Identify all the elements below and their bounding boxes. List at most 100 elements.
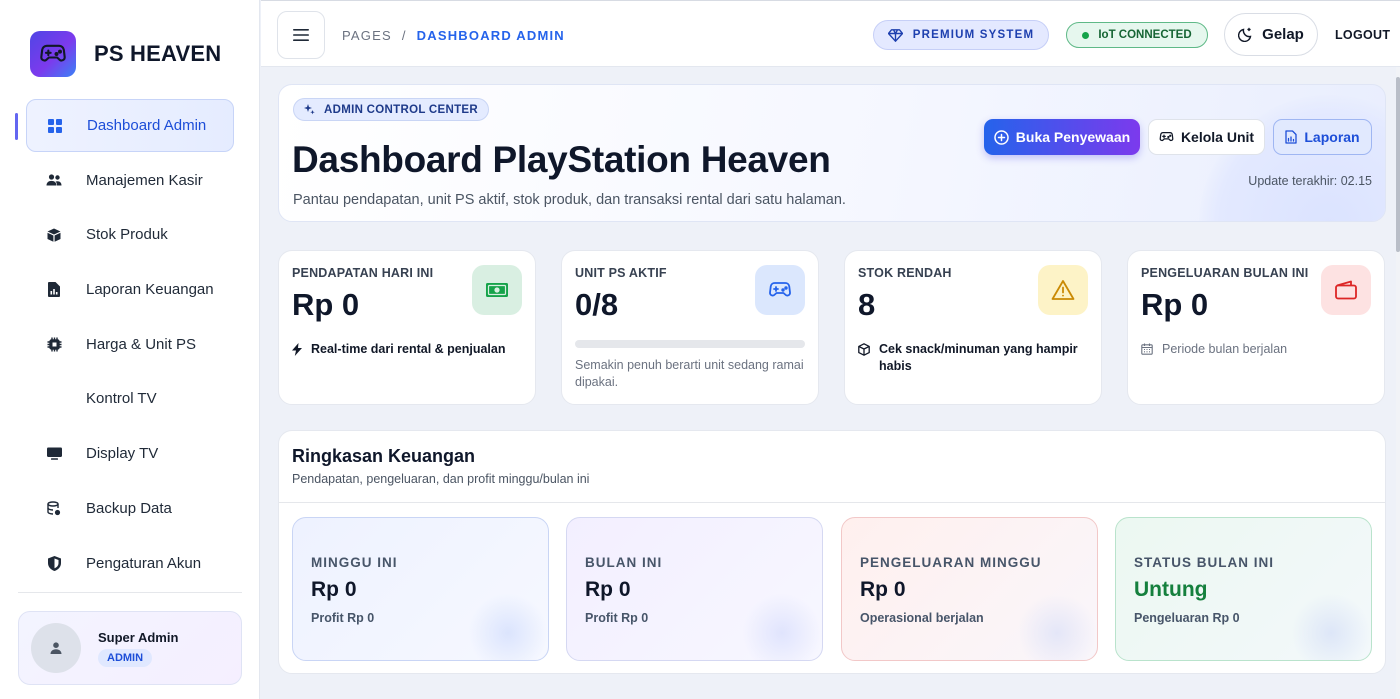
- stat-value: 8: [858, 287, 876, 322]
- sidebar-item-label: Stok Produk: [86, 226, 168, 244]
- sidebar-item-label: Kontrol TV: [86, 390, 157, 408]
- summary-card-value: Rp 0: [585, 578, 631, 601]
- sidebar-item-label: Dashboard Admin: [87, 117, 207, 134]
- plus-circle-icon: [994, 129, 1009, 145]
- stat-card-revenue-today: PENDAPATAN HARI INI Rp 0 Real-time dari …: [278, 250, 536, 405]
- iot-label: IoT CONNECTED: [1098, 29, 1192, 41]
- stat-note-text: Real-time dari rental & penjualan: [311, 342, 506, 356]
- user-icon: [50, 642, 62, 654]
- stat-note-text: Cek snack/minuman yang hampir habis: [879, 342, 1078, 373]
- theme-toggle-button[interactable]: Gelap: [1224, 13, 1318, 56]
- hero-decoration: [1199, 95, 1385, 221]
- sidebar-item-label: Backup Data: [86, 499, 172, 517]
- theme-label: Gelap: [1262, 26, 1304, 43]
- grid-icon: [47, 118, 63, 134]
- sidebar-item-stok-produk[interactable]: Stok Produk: [26, 208, 234, 261]
- sidebar-item-harga-unit-ps[interactable]: Harga & Unit PS: [26, 318, 234, 371]
- calendar-icon: [1141, 343, 1153, 358]
- summary-subtitle: Pendapatan, pengeluaran, dan profit ming…: [292, 472, 590, 486]
- card-glow: [468, 593, 548, 660]
- card-glow: [1291, 593, 1371, 660]
- summary-card-label: PENGELUARAN MINGGU: [860, 555, 1042, 570]
- user-info: Super Admin ADMIN: [98, 630, 178, 667]
- user-card[interactable]: Super Admin ADMIN: [18, 611, 242, 685]
- sparkle-icon: [304, 104, 315, 115]
- document-chart-icon: [1285, 130, 1298, 144]
- users-icon: [46, 172, 62, 188]
- menu-toggle-button[interactable]: [277, 11, 325, 59]
- scrollbar-thumb[interactable]: [1396, 77, 1400, 252]
- topbar: PAGES / DASHBOARD ADMIN PREMIUM SYSTEM IoT…: [261, 0, 1400, 67]
- user-name: Super Admin: [98, 629, 179, 645]
- user-role-badge: ADMIN: [98, 648, 153, 667]
- report-button[interactable]: Laporan: [1273, 119, 1372, 155]
- summary-divider: [279, 502, 1385, 503]
- premium-system-badge: PREMIUM SYSTEM: [873, 20, 1049, 50]
- stat-note: Real-time dari rental & penjualan: [292, 341, 524, 358]
- premium-label: PREMIUM SYSTEM: [912, 29, 1035, 41]
- admin-control-center-badge: ADMIN CONTROL CENTER: [293, 98, 490, 121]
- sidebar-nav: Dashboard Admin Manajemen Kasir Stok Pro…: [15, 99, 234, 591]
- summary-card-label: STATUS BULAN INI: [1134, 555, 1274, 570]
- stat-label: STOK RENDAH: [858, 266, 952, 280]
- summary-card-monthly-status: STATUS BULAN INI Untung Pengeluaran Rp 0: [1115, 517, 1372, 661]
- bolt-icon: [292, 343, 302, 358]
- summary-card-note: Operasional berjalan: [860, 611, 984, 625]
- sidebar: PS HEAVEN Dashboard Admin Manajemen Kasi…: [0, 0, 260, 699]
- logout-button[interactable]: LOGOUT: [1335, 28, 1390, 42]
- summary-card-week: MINGGU INI Rp 0 Profit Rp 0: [292, 517, 549, 661]
- chip-icon: [46, 336, 62, 352]
- stat-card-active-units: UNIT PS AKTIF 0/8 Semakin penuh berarti …: [561, 250, 819, 405]
- breadcrumb-current: DASHBOARD ADMIN: [416, 28, 565, 43]
- stat-value: 0/8: [575, 287, 619, 322]
- stat-card-monthly-expense: PENGELUARAN BULAN INI Rp 0 Periode bulan…: [1127, 250, 1385, 405]
- breadcrumb-separator: /: [401, 28, 407, 43]
- manage-unit-label: Kelola Unit: [1180, 129, 1255, 145]
- brand[interactable]: PS HEAVEN: [30, 31, 221, 77]
- sidebar-item-backup-data[interactable]: Backup Data: [26, 482, 234, 535]
- report-icon: [46, 282, 62, 298]
- hero-panel: ADMIN CONTROL CENTER Dashboard PlayStati…: [278, 84, 1386, 222]
- summary-card-value: Untung: [1134, 578, 1208, 601]
- sidebar-item-kontrol-tv[interactable]: Kontrol TV: [26, 372, 234, 425]
- breadcrumb-root[interactable]: PAGES: [342, 28, 392, 43]
- sidebar-item-label: Manajemen Kasir: [86, 171, 203, 189]
- stat-note: Periode bulan berjalan: [1141, 341, 1373, 358]
- sidebar-item-dashboard-admin[interactable]: Dashboard Admin: [15, 99, 234, 152]
- sidebar-item-display-tv[interactable]: Display TV: [26, 427, 234, 480]
- summary-card-weekly-expense: PENGELUARAN MINGGU Rp 0 Operasional berj…: [841, 517, 1098, 661]
- financial-summary-panel: Ringkasan Keuangan Pendapatan, pengeluar…: [278, 430, 1386, 674]
- cash-icon: [472, 265, 522, 315]
- stat-note: Cek snack/minuman yang hampir habis: [858, 341, 1090, 375]
- blank-icon: [46, 391, 62, 407]
- moon-icon: [1238, 27, 1253, 42]
- warning-icon: [1038, 265, 1088, 315]
- summary-card-label: BULAN INI: [585, 555, 663, 570]
- sidebar-item-label: Laporan Keuangan: [86, 281, 214, 299]
- stat-label: UNIT PS AKTIF: [575, 266, 667, 280]
- gamepad-logo-icon: [30, 31, 76, 77]
- open-rental-button[interactable]: Buka Penyewaan: [984, 119, 1140, 155]
- open-rental-label: Buka Penyewaan: [1015, 129, 1131, 145]
- diamond-icon: [887, 28, 903, 42]
- card-glow: [742, 593, 822, 660]
- summary-card-note: Profit Rp 0: [585, 611, 649, 625]
- iot-status-badge: IoT CONNECTED: [1066, 22, 1208, 48]
- summary-title: Ringkasan Keuangan: [292, 446, 476, 466]
- hero-badge-label: ADMIN CONTROL CENTER: [324, 103, 479, 116]
- sidebar-divider: [18, 592, 242, 593]
- avatar: [31, 623, 81, 673]
- sidebar-item-pengaturan-akun[interactable]: Pengaturan Akun: [26, 537, 234, 590]
- stat-card-low-stock: STOK RENDAH 8 Cek snack/minuman yang ham…: [844, 250, 1102, 405]
- database-icon: [46, 500, 62, 516]
- sidebar-item-laporan-keuangan[interactable]: Laporan Keuangan: [26, 263, 234, 316]
- sidebar-item-manajemen-kasir[interactable]: Manajemen Kasir: [26, 154, 234, 207]
- stat-value: Rp 0: [292, 287, 360, 322]
- monitor-icon: [46, 446, 62, 462]
- manage-unit-button[interactable]: Kelola Unit: [1148, 119, 1265, 155]
- gamepad-icon: [1159, 131, 1174, 143]
- sidebar-item-label: Display TV: [86, 445, 159, 463]
- brand-name: PS HEAVEN: [94, 41, 222, 66]
- status-dot-icon: [1082, 31, 1090, 39]
- page-subtitle: Pantau pendapatan, unit PS aktif, stok p…: [293, 192, 846, 208]
